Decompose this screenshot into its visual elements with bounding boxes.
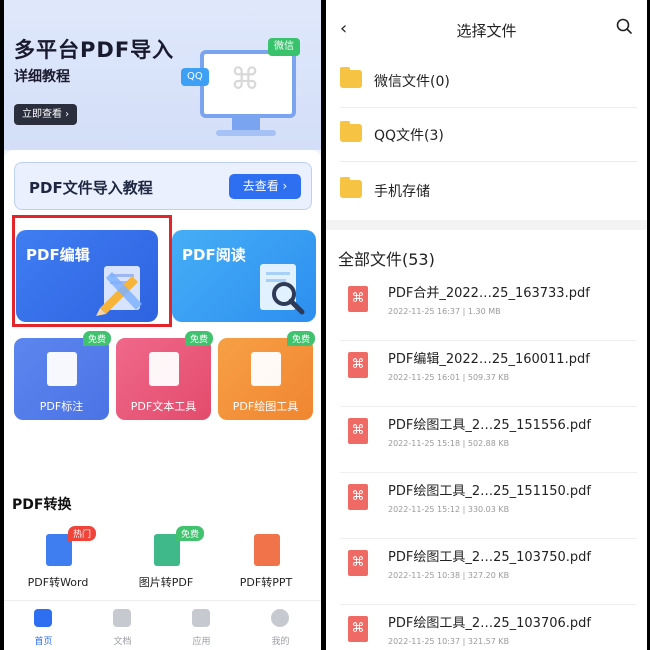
wechat-bubble: 微信 — [268, 38, 300, 56]
tool-label: PDF标注 — [39, 400, 84, 413]
image-to-pdf[interactable]: 免费 图片转PDF — [116, 526, 216, 592]
storage-folder-icon — [340, 177, 362, 198]
convert-label: PDF转PPT — [239, 576, 293, 589]
folder-qq[interactable]: QQ文件(3) — [326, 110, 647, 162]
ppt-icon — [254, 534, 280, 566]
divider — [340, 604, 637, 605]
divider — [340, 161, 637, 162]
select-file-screen: ‹ 选择文件 微信文件(0) QQ文件(3) 手机存储 全部文件(53) ⌘ P… — [326, 0, 647, 650]
magnifier-icon — [260, 264, 305, 315]
file-row[interactable]: ⌘ PDF绘图工具_2…25_103706.pdf 2022-11-25 10:… — [326, 606, 647, 650]
file-row[interactable]: ⌘ PDF绘图工具_2…25_103750.pdf 2022-11-25 10:… — [326, 540, 647, 605]
acrobat-icon: ⌘ — [230, 62, 260, 97]
free-badge: 免费 — [184, 331, 213, 346]
folder-label: QQ文件(3) — [374, 128, 444, 144]
tab-label: 文档 — [113, 637, 132, 647]
file-meta: 2022-11-25 15:18 | 502.88 KB — [388, 439, 510, 448]
convert-label: 图片转PDF — [138, 576, 194, 589]
pdf-annotate-tool[interactable]: PDF标注 免费 — [14, 331, 111, 420]
pdf-read-card[interactable]: PDF阅读 — [172, 230, 316, 322]
tab-documents[interactable]: 文档 — [83, 601, 162, 650]
free-badge: 免费 — [82, 331, 111, 346]
palette-icon — [251, 352, 281, 386]
monitor-base-decor — [216, 130, 276, 136]
user-icon — [271, 609, 289, 627]
pdf-read-label: PDF阅读 — [182, 246, 246, 264]
pdf-file-icon: ⌘ — [348, 418, 368, 444]
free-badge: 免费 — [176, 526, 205, 541]
view-now-button[interactable]: 立即查看 › — [14, 104, 78, 125]
banner-title: 多平台PDF导入 — [14, 38, 175, 62]
folder-wechat[interactable]: 微信文件(0) — [326, 56, 647, 108]
qq-folder-icon — [340, 121, 362, 142]
promo-banner[interactable]: 多平台PDF导入 详细教程 立即查看 › ⌘ 微信 QQ — [4, 0, 321, 150]
file-meta: 2022-11-25 10:37 | 321.57 KB — [388, 637, 510, 646]
pdf-to-ppt[interactable]: PDF转PPT — [216, 530, 316, 592]
wechat-folder-icon — [340, 67, 362, 88]
home-screen: 多平台PDF导入 详细教程 立即查看 › ⌘ 微信 QQ PDF文件导入教程 去… — [4, 0, 321, 650]
monitor-stand-decor — [232, 115, 260, 131]
page-title: 选择文件 — [456, 22, 517, 40]
file-row[interactable]: ⌘ PDF编辑_2022…25_160011.pdf 2022-11-25 16… — [326, 342, 647, 407]
tab-label: 我的 — [271, 637, 290, 647]
file-name: PDF绘图工具_2…25_103750.pdf — [388, 550, 591, 565]
divider — [340, 107, 637, 108]
folder-label: 微信文件(0) — [374, 74, 450, 90]
file-meta: 2022-11-25 10:38 | 327.20 KB — [388, 571, 510, 580]
file-row[interactable]: ⌘ PDF合并_2022…25_163733.pdf 2022-11-25 16… — [326, 276, 647, 341]
comment-icon — [47, 352, 77, 386]
pdf-file-icon: ⌘ — [348, 616, 368, 642]
pdf-file-icon: ⌘ — [348, 286, 368, 312]
qq-bubble: QQ — [181, 68, 209, 86]
go-view-button[interactable]: 去查看 › — [229, 174, 301, 199]
import-guide-card[interactable]: PDF文件导入教程 去查看 › — [14, 162, 312, 210]
pdf-file-icon: ⌘ — [348, 352, 368, 378]
convert-label: PDF转Word — [27, 576, 89, 589]
file-name: PDF编辑_2022…25_160011.pdf — [388, 352, 590, 367]
free-badge: 免费 — [286, 331, 315, 346]
pdf-file-icon: ⌘ — [348, 550, 368, 576]
folder-label: 手机存储 — [374, 184, 430, 200]
divider — [340, 406, 637, 407]
bottom-tab-bar: 首页 文档 应用 我的 — [4, 600, 321, 650]
pdf-file-icon: ⌘ — [348, 484, 368, 510]
convert-section-title: PDF转换 — [12, 497, 72, 513]
file-row[interactable]: ⌘ PDF绘图工具_2…25_151150.pdf 2022-11-25 15:… — [326, 474, 647, 539]
cube-icon — [192, 609, 210, 627]
guide-title: PDF文件导入教程 — [29, 179, 153, 197]
tab-label: 首页 — [34, 637, 53, 647]
tab-mine[interactable]: 我的 — [241, 601, 320, 650]
pdf-edit-highlight-box — [12, 215, 172, 327]
divider — [340, 472, 637, 473]
file-name: PDF合并_2022…25_163733.pdf — [388, 286, 590, 301]
document-icon — [113, 609, 131, 627]
text-icon — [149, 352, 179, 386]
home-icon — [34, 609, 52, 627]
hot-badge: 热门 — [68, 526, 97, 541]
tab-home[interactable]: 首页 — [4, 601, 83, 650]
tab-apps[interactable]: 应用 — [162, 601, 241, 650]
file-row[interactable]: ⌘ PDF绘图工具_2…25_151556.pdf 2022-11-25 15:… — [326, 408, 647, 473]
folder-storage[interactable]: 手机存储 — [326, 166, 647, 218]
section-gap — [326, 220, 647, 230]
banner-subtitle: 详细教程 — [14, 69, 70, 85]
pdf-to-word[interactable]: 热门 PDF转Word — [8, 526, 108, 592]
tab-label: 应用 — [192, 637, 211, 647]
all-files-title: 全部文件(53) — [338, 250, 435, 269]
tool-label: PDF绘图工具 — [232, 400, 299, 413]
pdf-draw-tool[interactable]: PDF绘图工具 免费 — [218, 331, 315, 420]
file-name: PDF绘图工具_2…25_151150.pdf — [388, 484, 591, 499]
tool-label: PDF文本工具 — [130, 400, 197, 413]
top-bar: ‹ 选择文件 — [326, 0, 647, 58]
divider — [340, 340, 637, 341]
search-icon[interactable] — [616, 18, 632, 34]
file-name: PDF绘图工具_2…25_103706.pdf — [388, 616, 591, 631]
file-name: PDF绘图工具_2…25_151556.pdf — [388, 418, 591, 433]
file-meta: 2022-11-25 15:12 | 330.03 KB — [388, 505, 510, 514]
divider — [340, 538, 637, 539]
pdf-text-tool[interactable]: PDF文本工具 免费 — [116, 331, 213, 420]
file-meta: 2022-11-25 16:37 | 1.30 MB — [388, 307, 501, 316]
file-meta: 2022-11-25 16:01 | 509.37 KB — [388, 373, 510, 382]
